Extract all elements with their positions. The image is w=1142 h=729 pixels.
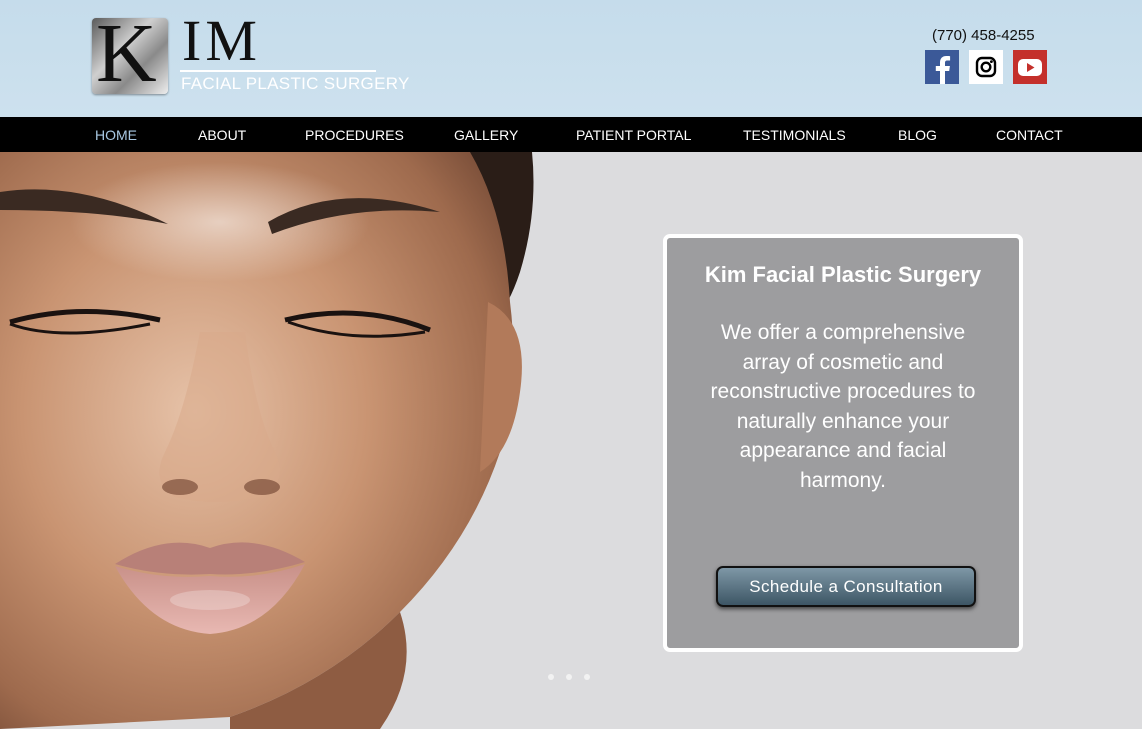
youtube-icon[interactable]: [1013, 50, 1047, 84]
nav-blog[interactable]: BLOG: [898, 117, 937, 152]
nav-gallery[interactable]: GALLERY: [454, 117, 518, 152]
slide-dot-3[interactable]: [584, 674, 590, 680]
slide-dot-1[interactable]: [548, 674, 554, 680]
phone-number[interactable]: (770) 458-4255: [932, 27, 1035, 44]
facebook-icon[interactable]: [925, 50, 959, 84]
logo-divider: [180, 70, 376, 72]
nav-patient-portal[interactable]: PATIENT PORTAL: [576, 117, 691, 152]
nav-testimonials[interactable]: TESTIMONIALS: [743, 117, 846, 152]
hero-slider: Kim Facial Plastic Surgery We offer a co…: [0, 152, 1142, 729]
nav-procedures[interactable]: PROCEDURES: [305, 117, 404, 152]
nav-contact[interactable]: CONTACT: [996, 117, 1063, 152]
instagram-icon[interactable]: [969, 50, 1003, 84]
main-nav: HOME ABOUT PROCEDURES GALLERY PATIENT PO…: [0, 117, 1142, 152]
logo-tagline: FACIAL PLASTIC SURGERY: [181, 74, 410, 93]
hero-text: We offer a comprehensive array of cosmet…: [710, 321, 976, 492]
site-logo[interactable]: K IM FACIAL PLASTIC SURGERY: [92, 12, 409, 98]
nav-about[interactable]: ABOUT: [198, 117, 246, 152]
schedule-consultation-button[interactable]: Schedule a Consultation: [716, 566, 976, 607]
logo-mark: K: [92, 18, 168, 94]
hero-face-image: [0, 152, 534, 729]
site-header: K IM FACIAL PLASTIC SURGERY (770) 458-42…: [0, 0, 1142, 117]
hero-title: Kim Facial Plastic Surgery: [704, 262, 982, 287]
nav-home[interactable]: HOME: [95, 117, 137, 152]
logo-name: IM: [182, 8, 261, 73]
slide-dot-2[interactable]: [566, 674, 572, 680]
hero-card: Kim Facial Plastic Surgery We offer a co…: [663, 234, 1023, 652]
